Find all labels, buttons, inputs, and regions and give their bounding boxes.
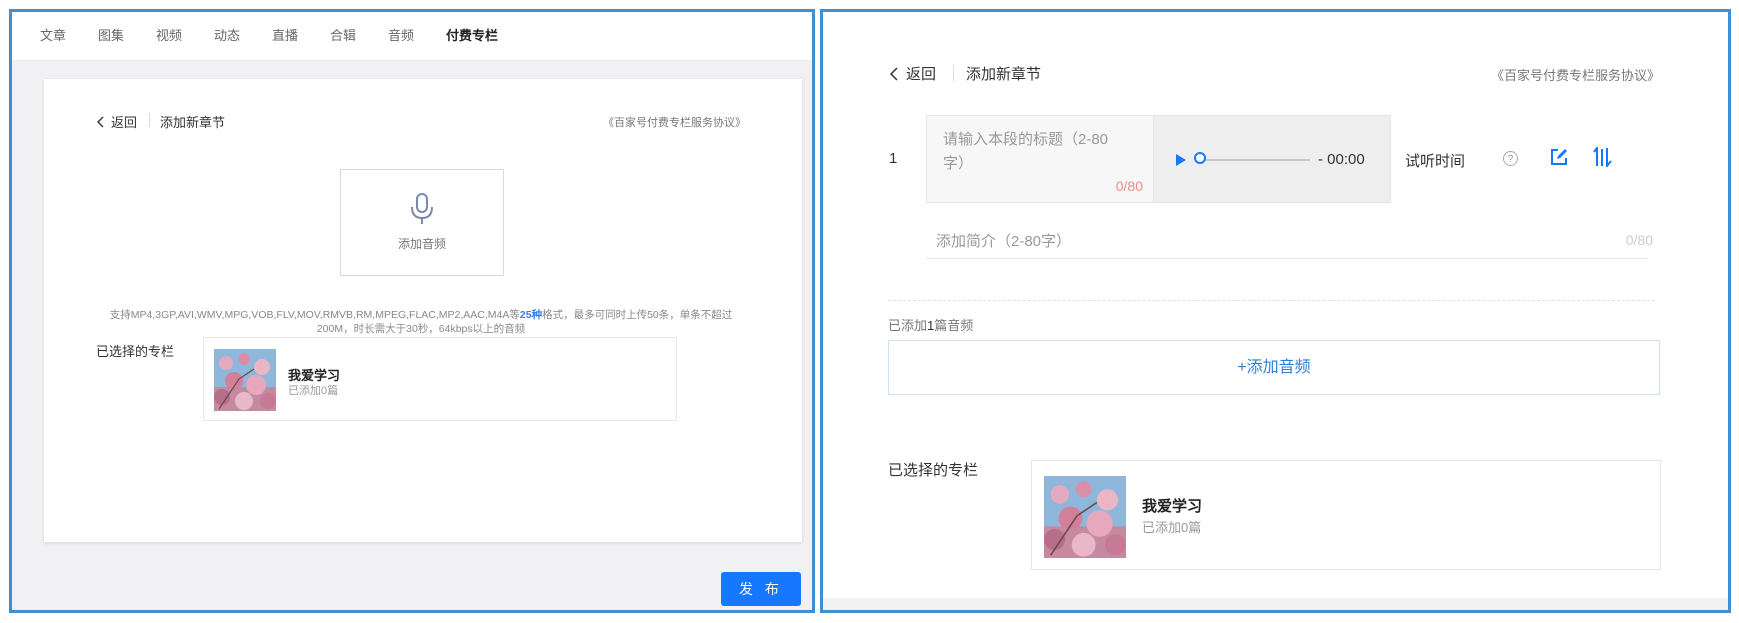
panel-bottom-edge bbox=[823, 598, 1728, 610]
tab-live[interactable]: 直播 bbox=[272, 25, 298, 44]
supported-formats-note: 支持MP4,3GP,AVI,WMV,MPG,VOB,FLV,MOV,RMVB,R… bbox=[109, 309, 733, 335]
intro-underline bbox=[926, 258, 1648, 259]
chevron-left-icon bbox=[97, 116, 104, 127]
tab-article[interactable]: 文章 bbox=[40, 25, 66, 44]
chevron-left-icon bbox=[889, 66, 898, 81]
tab-dynamic[interactable]: 动态 bbox=[214, 25, 240, 44]
edit-icon[interactable] bbox=[1550, 148, 1568, 166]
selected-column-card[interactable]: 我爱学习 已添加0篇 bbox=[203, 337, 677, 421]
agreement-link[interactable]: 《百家号付费专栏服务协议》 bbox=[1491, 65, 1660, 84]
add-audio-button[interactable]: +添加音频 bbox=[888, 340, 1660, 395]
intro-char-counter: 0/80 bbox=[1625, 232, 1653, 248]
selected-column-label: 已选择的专栏 bbox=[96, 344, 175, 359]
publish-button[interactable]: 发 布 bbox=[721, 572, 801, 606]
divider bbox=[149, 113, 150, 127]
audio-time: - 00:00 bbox=[1318, 151, 1365, 168]
sort-icon[interactable] bbox=[1592, 147, 1614, 167]
tab-gallery[interactable]: 图集 bbox=[98, 25, 124, 44]
page-title: 添加新章节 bbox=[966, 66, 1042, 83]
divider bbox=[953, 65, 954, 81]
right-screenshot-panel: 返回 添加新章节 《百家号付费专栏服务协议》 1 请输入本段的标题（2-80字）… bbox=[820, 9, 1731, 613]
tab-video[interactable]: 视频 bbox=[156, 25, 182, 44]
microphone-icon bbox=[411, 193, 433, 224]
column-name: 我爱学习 bbox=[1142, 498, 1203, 515]
chapter-index: 1 bbox=[889, 150, 898, 167]
back-button[interactable]: 返回 bbox=[96, 112, 137, 131]
tab-audio[interactable]: 音频 bbox=[388, 25, 414, 44]
column-cover-image bbox=[214, 349, 276, 411]
editor-card: 返回 添加新章节 《百家号付费专栏服务协议》 添加音频 支持MP4,3GP,AV… bbox=[44, 79, 802, 542]
audio-progress-handle[interactable] bbox=[1194, 152, 1206, 164]
title-char-counter: 0/80 bbox=[1115, 178, 1143, 194]
column-article-count: 已添加0篇 bbox=[1142, 520, 1202, 535]
tab-paid-column[interactable]: 付费专栏 bbox=[446, 25, 498, 44]
section-divider bbox=[888, 300, 1655, 301]
selected-column-label: 已选择的专栏 bbox=[888, 462, 979, 479]
selected-column-card[interactable]: 我爱学习 已添加0篇 bbox=[1031, 460, 1661, 570]
help-icon[interactable]: ? bbox=[1503, 151, 1518, 166]
column-article-count: 已添加0篇 bbox=[288, 385, 339, 397]
audio-progress-track[interactable] bbox=[1202, 159, 1310, 161]
back-button[interactable]: 返回 bbox=[889, 63, 936, 84]
column-cover-image bbox=[1044, 476, 1126, 558]
left-screenshot-panel: 文章 图集 视频 动态 直播 合辑 音频 付费专栏 返回 添加新章节 《百家号付… bbox=[9, 9, 815, 613]
section-title-input[interactable]: 请输入本段的标题（2-80字） 0/80 bbox=[926, 115, 1154, 203]
tab-collection[interactable]: 合辑 bbox=[330, 25, 356, 44]
section-intro-input[interactable]: 添加简介（2-80字） bbox=[936, 230, 1071, 251]
add-audio-upload[interactable]: 添加音频 bbox=[340, 169, 504, 276]
play-icon[interactable] bbox=[1175, 154, 1186, 166]
format-count: 25种 bbox=[519, 309, 543, 321]
page-title: 添加新章节 bbox=[160, 115, 226, 130]
back-label: 返回 bbox=[111, 115, 138, 130]
added-audio-count: 已添加1篇音频 bbox=[888, 318, 974, 333]
agreement-link[interactable]: 《百家号付费专栏服务协议》 bbox=[603, 114, 746, 130]
section-title-placeholder: 请输入本段的标题（2-80字） bbox=[943, 131, 1109, 172]
chapter-editor: 返回 添加新章节 《百家号付费专栏服务协议》 1 请输入本段的标题（2-80字）… bbox=[823, 12, 1728, 601]
add-audio-label: 添加音频 bbox=[397, 237, 446, 251]
audio-player: - 00:00 bbox=[1154, 115, 1391, 203]
trial-time-label: 试听时间 bbox=[1405, 153, 1466, 170]
content-type-nav: 文章 图集 视频 动态 直播 合辑 音频 付费专栏 bbox=[12, 12, 812, 61]
back-label: 返回 bbox=[906, 66, 937, 83]
